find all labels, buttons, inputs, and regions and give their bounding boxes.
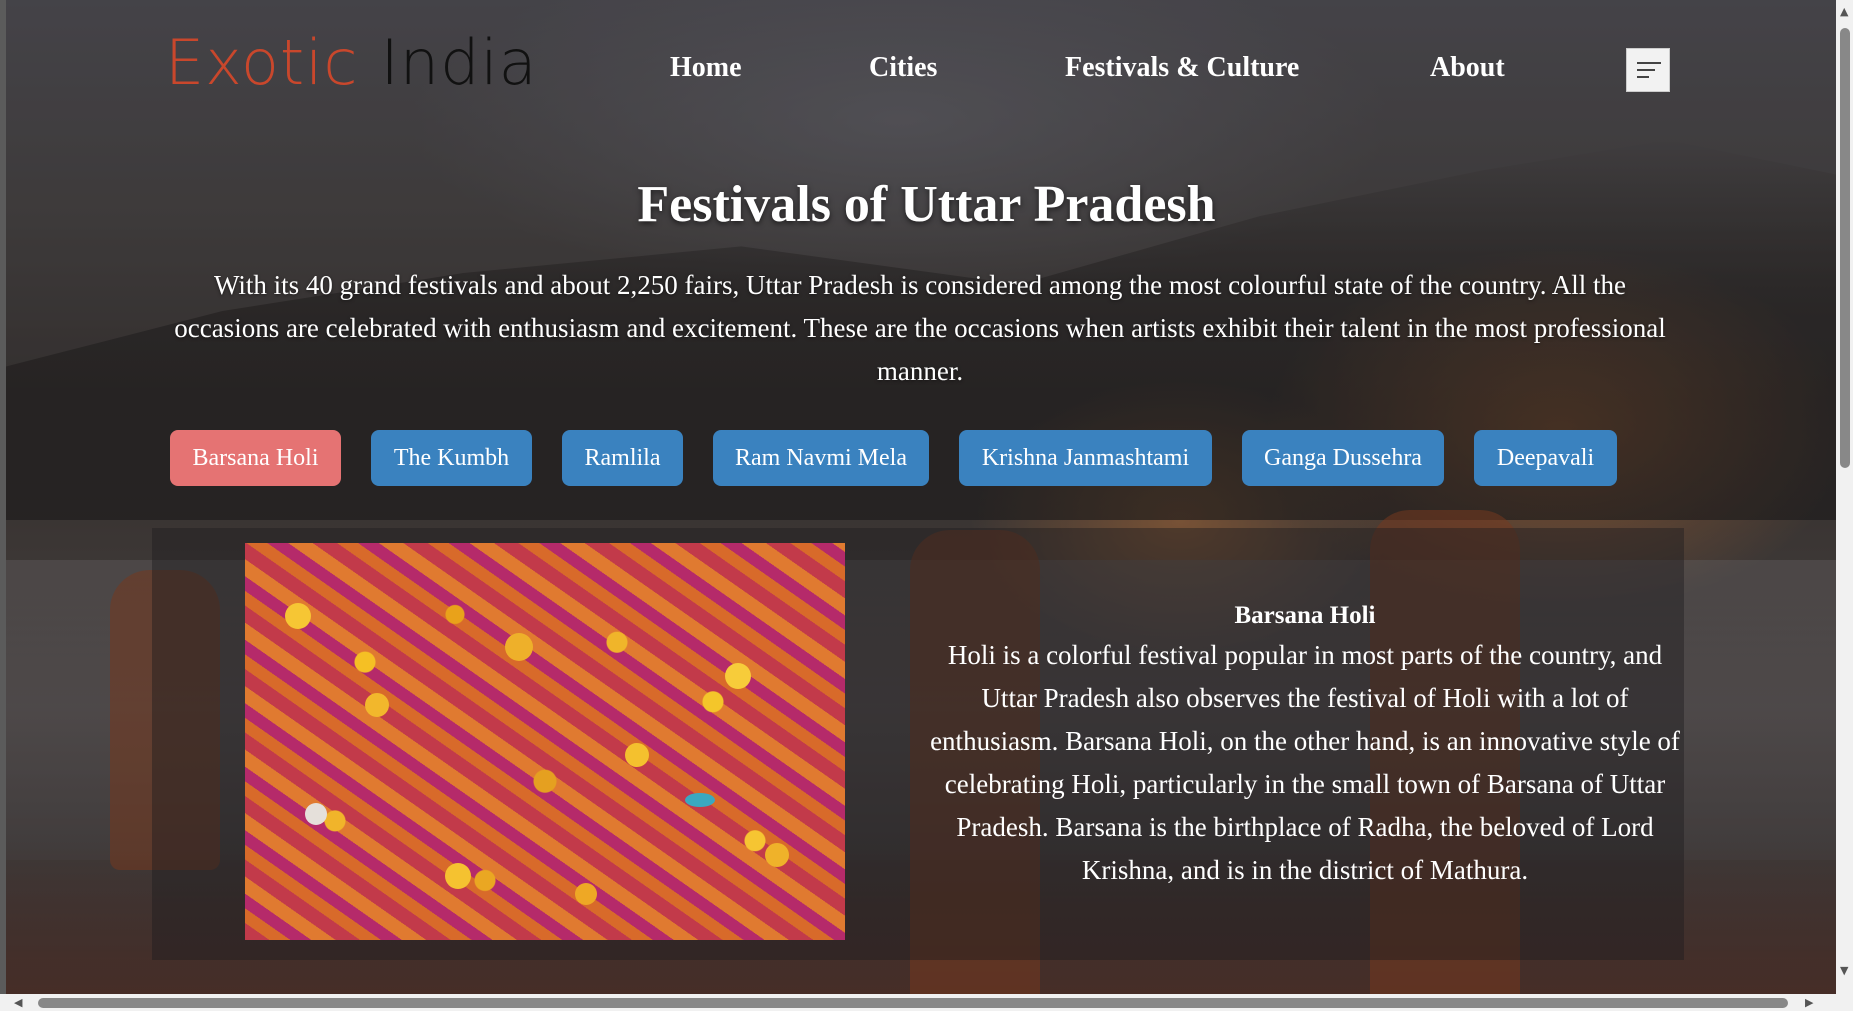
menu-toggle-button[interactable] xyxy=(1626,48,1670,92)
page-title: Festivals of Uttar Pradesh xyxy=(637,176,1216,233)
tab-krishna-janmashtami[interactable]: Krishna Janmashtami xyxy=(959,430,1212,486)
tab-barsana-holi[interactable]: Barsana Holi xyxy=(170,430,341,486)
main-nav: Home Cities Festivals & Culture About xyxy=(0,52,1853,92)
scroll-up-icon[interactable]: ▲ xyxy=(1840,6,1848,17)
scroll-left-icon[interactable]: ◀ xyxy=(14,997,22,1008)
tab-the-kumbh[interactable]: The Kumbh xyxy=(371,430,532,486)
festival-description: Barsana Holi Holi is a colorful festival… xyxy=(930,598,1680,892)
nav-link-cities[interactable]: Cities xyxy=(869,52,937,84)
nav-link-festivals-culture[interactable]: Festivals & Culture xyxy=(1065,52,1299,84)
hamburger-menu-icon xyxy=(1637,62,1661,64)
intro-paragraph: With its 40 grand festivals and about 2,… xyxy=(174,270,1666,386)
horizontal-scrollbar[interactable]: ◀ ▶ xyxy=(0,994,1853,1011)
festival-text: Holi is a colorful festival popular in m… xyxy=(930,640,1680,885)
festival-tabs: Barsana Holi The Kumbh Ramlila Ram Navmi… xyxy=(0,430,1853,486)
vertical-scrollbar[interactable]: ▲ ▼ xyxy=(1836,0,1853,994)
window-edge xyxy=(0,0,6,994)
vertical-scrollbar-thumb[interactable] xyxy=(1840,28,1850,468)
tab-ram-navmi-mela[interactable]: Ram Navmi Mela xyxy=(713,430,929,486)
scroll-right-icon[interactable]: ▶ xyxy=(1805,997,1813,1008)
horizontal-scrollbar-thumb[interactable] xyxy=(38,998,1788,1008)
hamburger-menu-icon-line xyxy=(1637,69,1655,71)
hamburger-menu-icon-line xyxy=(1637,76,1649,78)
tab-ramlila[interactable]: Ramlila xyxy=(562,430,683,486)
scroll-down-icon[interactable]: ▼ xyxy=(1840,965,1848,976)
nav-link-about[interactable]: About xyxy=(1430,52,1505,84)
nav-link-home[interactable]: Home xyxy=(670,52,742,84)
festival-title: Barsana Holi xyxy=(1234,602,1376,629)
tab-deepavali[interactable]: Deepavali xyxy=(1474,430,1617,486)
tab-ganga-dussehra[interactable]: Ganga Dussehra xyxy=(1242,430,1444,486)
festival-photo xyxy=(245,543,845,940)
page: Exotic India Home Cities Festivals & Cult… xyxy=(0,0,1853,1011)
